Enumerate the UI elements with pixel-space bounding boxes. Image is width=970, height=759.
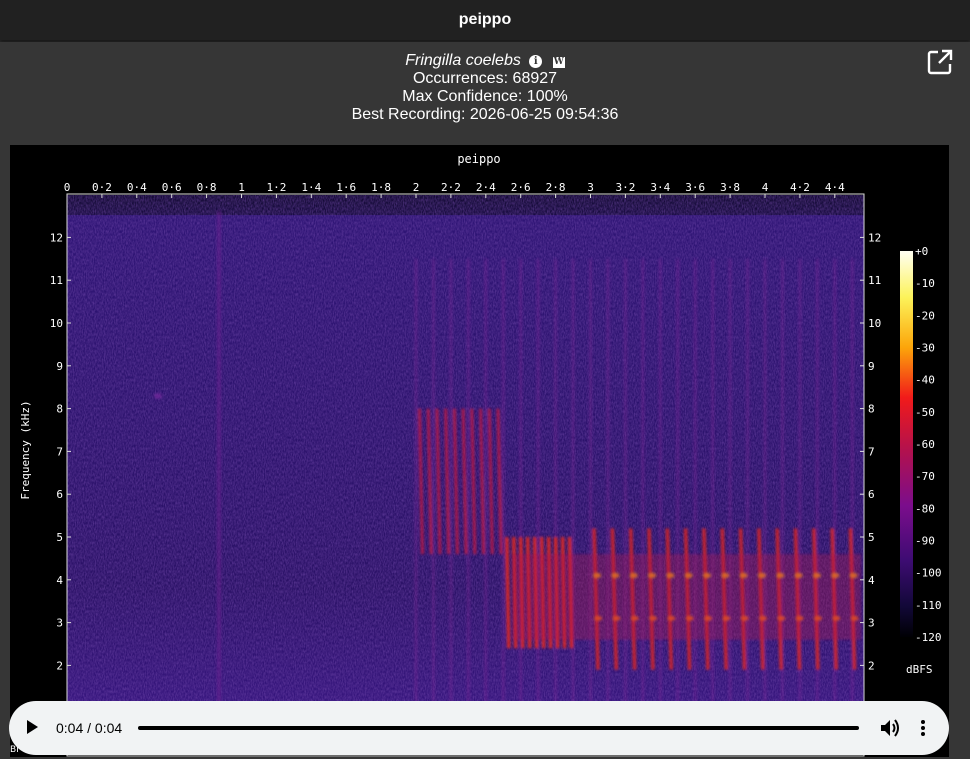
app-title: peippo: [458, 11, 512, 28]
info-icon[interactable]: i: [529, 55, 543, 68]
x-tick-label: 3·2: [615, 181, 635, 194]
external-link-icon[interactable]: [926, 48, 954, 76]
colorbar-tick-label: -110: [915, 599, 942, 612]
wikipedia-icon[interactable]: W: [552, 57, 565, 68]
y-tick-label: 12: [50, 231, 63, 244]
x-tick-label: 1·6: [336, 181, 356, 194]
app-header: peippo: [0, 0, 970, 40]
more-vert-icon[interactable]: [915, 718, 931, 738]
progress-bar[interactable]: [138, 726, 859, 730]
detection-card: Fringilla coelebs i W Occurrences: 68927…: [0, 42, 970, 759]
x-tick-label: 0·8: [197, 181, 217, 194]
y-tick-label-right: 4: [868, 574, 875, 587]
x-tick-label: 1·4: [301, 181, 321, 194]
colorbar-tick-label: -100: [915, 567, 942, 580]
x-tick-label: 1: [238, 181, 245, 194]
y-tick-label: 2: [56, 659, 63, 672]
x-tick-label: 0·4: [127, 181, 147, 194]
y-tick-label: 9: [56, 360, 63, 373]
x-tick-label: 0·6: [162, 181, 182, 194]
colorbar-tick-label: -20: [915, 309, 935, 322]
colorbar-tick-label: -40: [915, 374, 935, 387]
y-tick-label: 4: [56, 574, 63, 587]
spectrogram-image: 0 0·2 0·4 0·6 0·8 1 1·2 1·4 1·6 1·8 2 2·2 2·4 2·6 2·8 3…: [10, 145, 949, 757]
species-info: Fringilla coelebs i W Occurrences: 68927…: [0, 52, 970, 124]
y-tick-label-right: 10: [868, 317, 881, 330]
y-tick-label: 10: [50, 317, 63, 330]
y-tick-label-right: 12: [868, 231, 881, 244]
x-tick-label: 2·4: [476, 181, 496, 194]
y-axis-label: Frequency (kHz): [19, 400, 32, 499]
y-tick-label-right: 3: [868, 617, 875, 630]
x-tick-label: 3·8: [720, 181, 740, 194]
y-tick-label-right: 8: [868, 403, 875, 416]
x-tick-label: 0·2: [92, 181, 112, 194]
colorbar-tick-label: -10: [915, 277, 935, 290]
play-icon[interactable]: [27, 720, 38, 734]
y-tick-label: 11: [50, 274, 63, 287]
colorbar-tick-label: +0: [915, 245, 928, 258]
colorbar-tick-label: -80: [915, 502, 935, 515]
colorbar: [900, 251, 913, 637]
y-tick-label-right: 2: [868, 659, 875, 672]
colorbar-tick-label: -70: [915, 470, 935, 483]
y-tick-label-right: 5: [868, 531, 875, 544]
colorbar-tick-label: -120: [915, 631, 942, 644]
x-tick-label: 3: [587, 181, 594, 194]
x-tick-label: 0: [64, 181, 71, 194]
time-display: 0:04 / 0:04: [56, 720, 123, 736]
species-name[interactable]: Fringilla coelebs: [405, 52, 521, 69]
colorbar-label: dBFS: [906, 663, 933, 676]
y-tick-label-right: 7: [868, 445, 875, 458]
y-tick-label: 7: [56, 445, 63, 458]
max-confidence-text: Max Confidence: 100%: [402, 88, 568, 105]
x-tick-label: 4: [762, 181, 769, 194]
y-tick-label: 6: [56, 488, 63, 501]
audio-player: 0:04 / 0:04: [9, 701, 949, 755]
colorbar-tick-label: -90: [915, 535, 935, 548]
x-tick-label: 4·4: [825, 181, 845, 194]
spectrogram-plot: [67, 195, 864, 755]
y-tick-label-right: 6: [868, 488, 875, 501]
colorbar-tick-label: -50: [915, 406, 935, 419]
colorbar-tick-label: -60: [915, 438, 935, 451]
x-tick-label: 2·2: [441, 181, 461, 194]
volume-icon[interactable]: [879, 718, 901, 738]
best-recording-text: Best Recording: 2026-06-25 09:54:36: [351, 106, 619, 123]
x-tick-label: 2: [413, 181, 420, 194]
x-tick-label: 1·8: [371, 181, 391, 194]
y-tick-label: 8: [56, 403, 63, 416]
x-tick-label: 2·6: [511, 181, 531, 194]
occurrences-text: Occurrences: 68927: [412, 70, 558, 87]
x-tick-label: 4·2: [790, 181, 810, 194]
x-tick-label: 3·4: [650, 181, 670, 194]
y-tick-label-right: 9: [868, 360, 875, 373]
x-tick-label: 2·8: [546, 181, 566, 194]
y-tick-label: 3: [56, 617, 63, 630]
x-tick-label: 3·6: [685, 181, 705, 194]
x-tick-label: 1·2: [266, 181, 286, 194]
colorbar-tick-label: -30: [915, 342, 935, 355]
spectrogram-title: peippo: [457, 152, 500, 166]
y-tick-label: 5: [56, 531, 63, 544]
y-tick-label-right: 11: [868, 274, 881, 287]
